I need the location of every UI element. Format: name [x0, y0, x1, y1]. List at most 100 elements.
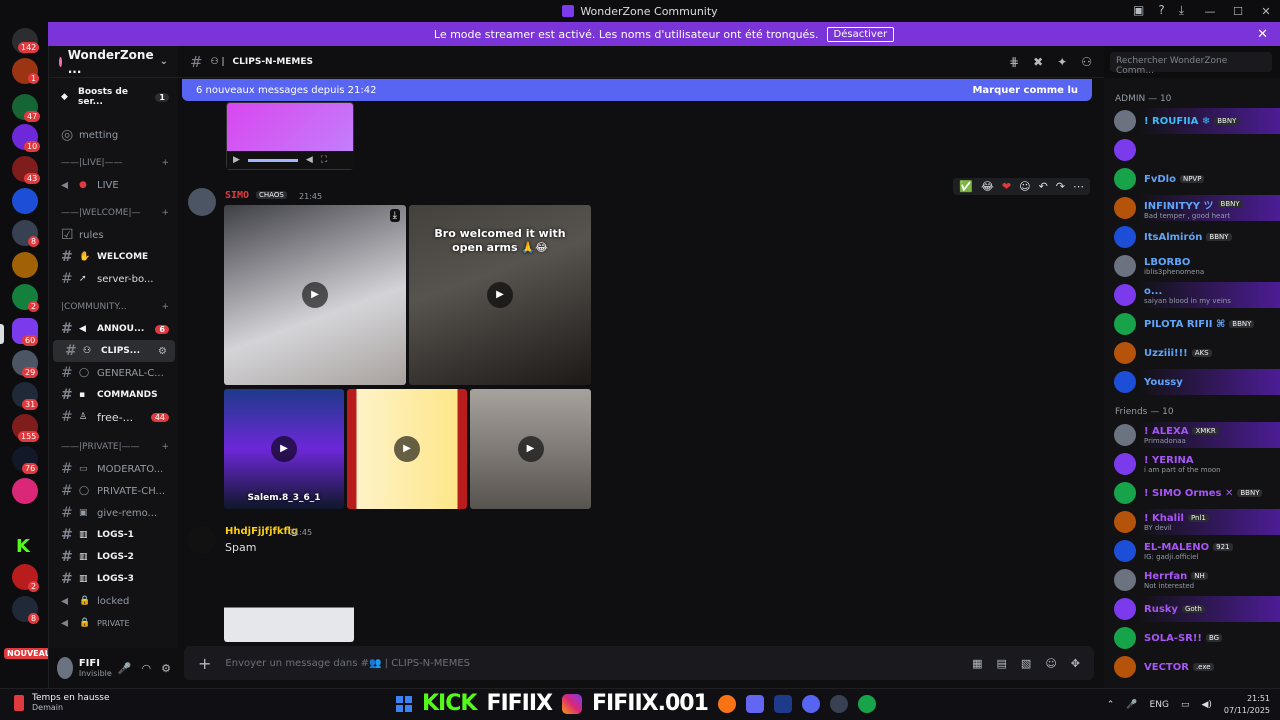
avatar[interactable] [1114, 569, 1136, 591]
video-thumbnail[interactable]: ▶ [470, 389, 591, 509]
fullscreen-icon[interactable]: ⛶ [321, 155, 327, 165]
gear-icon[interactable]: ⚙ [158, 346, 167, 357]
avatar[interactable] [1114, 540, 1136, 562]
sticker-icon[interactable]: ▧ [1021, 657, 1031, 670]
message-author[interactable]: SIMO [225, 190, 249, 201]
channel-general[interactable]: # ◯ GENERAL-C... [49, 362, 179, 384]
member-row[interactable]: ItsAlmirón BBNY [1104, 224, 1280, 250]
add-channel-icon[interactable]: + [161, 442, 169, 452]
emoji-icon[interactable]: ☺ [1045, 657, 1056, 670]
member-row[interactable]: Uzziii!!! AKS [1104, 340, 1280, 366]
download-icon[interactable]: ⤓ [1179, 3, 1184, 18]
channel-moderato[interactable]: # ▭ MODERATO... [49, 458, 179, 480]
member-row[interactable]: PILOTA RIFII ⌘ BBNY [1104, 311, 1280, 337]
steam-icon[interactable] [773, 694, 792, 713]
help-icon[interactable]: ? [1158, 3, 1164, 18]
avatar[interactable] [1114, 110, 1136, 132]
avatar[interactable] [1114, 371, 1136, 393]
clock[interactable]: 21:51 07/11/2025 [1224, 693, 1270, 717]
channel-live[interactable]: ◂ ● LIVE [49, 174, 179, 196]
category-private[interactable]: ——|PRIVATE|—— + [61, 442, 177, 452]
member-row[interactable]: INFINITYY ツ BBNY Bad temper , good heart [1104, 195, 1280, 221]
member-row[interactable]: VECTOR .exe [1104, 654, 1280, 680]
avatar[interactable] [1114, 482, 1136, 504]
channel-give[interactable]: # ▣ give-remo... [49, 502, 179, 524]
avatar[interactable] [1114, 284, 1136, 306]
gift-icon[interactable]: ▦ [972, 657, 982, 670]
channel-boosts[interactable]: ◆ Boosts de ser... 1 [49, 86, 179, 108]
pin-icon[interactable]: ✦ [1057, 55, 1067, 69]
avatar[interactable] [1114, 511, 1136, 533]
image-attachment[interactable] [224, 556, 354, 642]
video-thumbnail[interactable]: ▶ Salem.8_3_6_1 [224, 389, 344, 509]
network-icon[interactable]: ▭ [1181, 700, 1190, 710]
avatar[interactable] [1114, 342, 1136, 364]
reply-icon[interactable]: ↶ [1039, 180, 1048, 193]
member-row[interactable]: ! YERINA i am part of the moon [1104, 451, 1280, 477]
avatar[interactable] [1114, 313, 1136, 335]
new-messages-bar[interactable]: 6 nouveaux messages depuis 21:42 Marquer… [182, 79, 1092, 101]
message-author[interactable]: HhdjFjjfjfkflg [225, 526, 298, 537]
search-input[interactable]: Rechercher WonderZone Comm... [1110, 52, 1272, 76]
member-row[interactable]: LBORBO iblis3phenomena [1104, 253, 1280, 279]
avatar[interactable] [1114, 453, 1136, 475]
reaction-check[interactable]: ✅ [959, 180, 973, 193]
member-row[interactable]: SOLA-SR!! BG [1104, 625, 1280, 651]
language-indicator[interactable]: ENG [1150, 700, 1169, 710]
server-header[interactable]: WonderZone ... ⌄ [49, 46, 178, 78]
category-community[interactable]: |COMMUNITY... + [61, 302, 177, 312]
close-icon[interactable]: ✕ [1257, 27, 1268, 42]
minimize-button[interactable]: — [1196, 5, 1224, 18]
firefox-icon[interactable] [717, 694, 736, 713]
channel-rules[interactable]: ☑ rules [49, 224, 179, 246]
member-row[interactable]: o... saiyan blood in my veins [1104, 282, 1280, 308]
chrome-icon[interactable] [857, 694, 876, 713]
avatar[interactable] [1114, 627, 1136, 649]
member-row[interactable] [1104, 137, 1280, 163]
headphones-icon[interactable]: ◠ [142, 662, 152, 675]
member-row[interactable]: ! Khalil Pnl1 BY devil [1104, 509, 1280, 535]
avatar[interactable] [57, 657, 73, 679]
channel-logs-2[interactable]: # ▥ LOGS-2 [49, 546, 179, 568]
add-reaction-icon[interactable]: ☺ [1019, 180, 1030, 193]
play-icon[interactable]: ▶ [233, 155, 240, 165]
avatar[interactable] [1114, 226, 1136, 248]
play-icon[interactable]: ▶ [487, 282, 513, 308]
member-row[interactable]: Herrfan NH Not interested [1104, 567, 1280, 593]
avatar[interactable] [1114, 424, 1136, 446]
channel-locked[interactable]: ◂ 🔒 locked [49, 590, 179, 612]
apps-icon[interactable]: ✥ [1071, 657, 1080, 670]
kick-server-icon[interactable]: K [16, 536, 30, 557]
play-icon[interactable]: ▶ [302, 282, 328, 308]
avatar[interactable] [1114, 656, 1136, 678]
reaction-heart[interactable]: ❤ [1002, 180, 1011, 193]
mute-icon[interactable]: ✖ [1033, 55, 1043, 69]
play-icon[interactable]: ▶ [271, 436, 297, 462]
more-icon[interactable]: ⋯ [1073, 180, 1084, 193]
teams-icon[interactable] [745, 694, 764, 713]
avatar[interactable] [1114, 197, 1136, 219]
download-icon[interactable]: ⤓ [389, 209, 400, 222]
member-row[interactable]: ! SIMO Ormes ✕ BBNY [1104, 480, 1280, 506]
app-icon[interactable] [829, 694, 848, 713]
avatar[interactable] [1114, 168, 1136, 190]
volume-icon[interactable]: ◀ [306, 155, 313, 165]
members-icon[interactable]: ⚇ [1081, 55, 1092, 69]
inbox-icon[interactable]: ▣ [1133, 3, 1144, 18]
gif-icon[interactable]: ▤ [997, 657, 1007, 670]
video-embed[interactable]: ▶ ◀ ⛶ [226, 102, 355, 170]
weather-widget[interactable]: Temps en hausse Demain [14, 693, 109, 712]
discord-icon[interactable] [801, 694, 820, 713]
reaction-laugh[interactable]: 😂 [981, 180, 994, 193]
channel-free[interactable]: # ♙ free-... 44 [49, 406, 179, 428]
channel-clips-n-memes[interactable]: # ⚇ CLIPS... ⚙ [53, 340, 175, 362]
video-thumbnail[interactable]: ▶ ⤓ [224, 205, 406, 385]
disable-streamer-button[interactable]: Désactiver [826, 26, 895, 42]
volume-icon[interactable]: ◀) [1201, 700, 1211, 710]
server-icon[interactable] [12, 188, 38, 214]
forward-icon[interactable]: ↷ [1056, 180, 1065, 193]
category-live[interactable]: ——|LIVE|—— + [61, 158, 177, 168]
channel-private-chat[interactable]: # ◯ PRIVATE-CH... [49, 480, 179, 502]
mark-read-button[interactable]: Marquer comme lu [972, 85, 1078, 96]
settings-icon[interactable]: ⚙ [161, 662, 171, 675]
